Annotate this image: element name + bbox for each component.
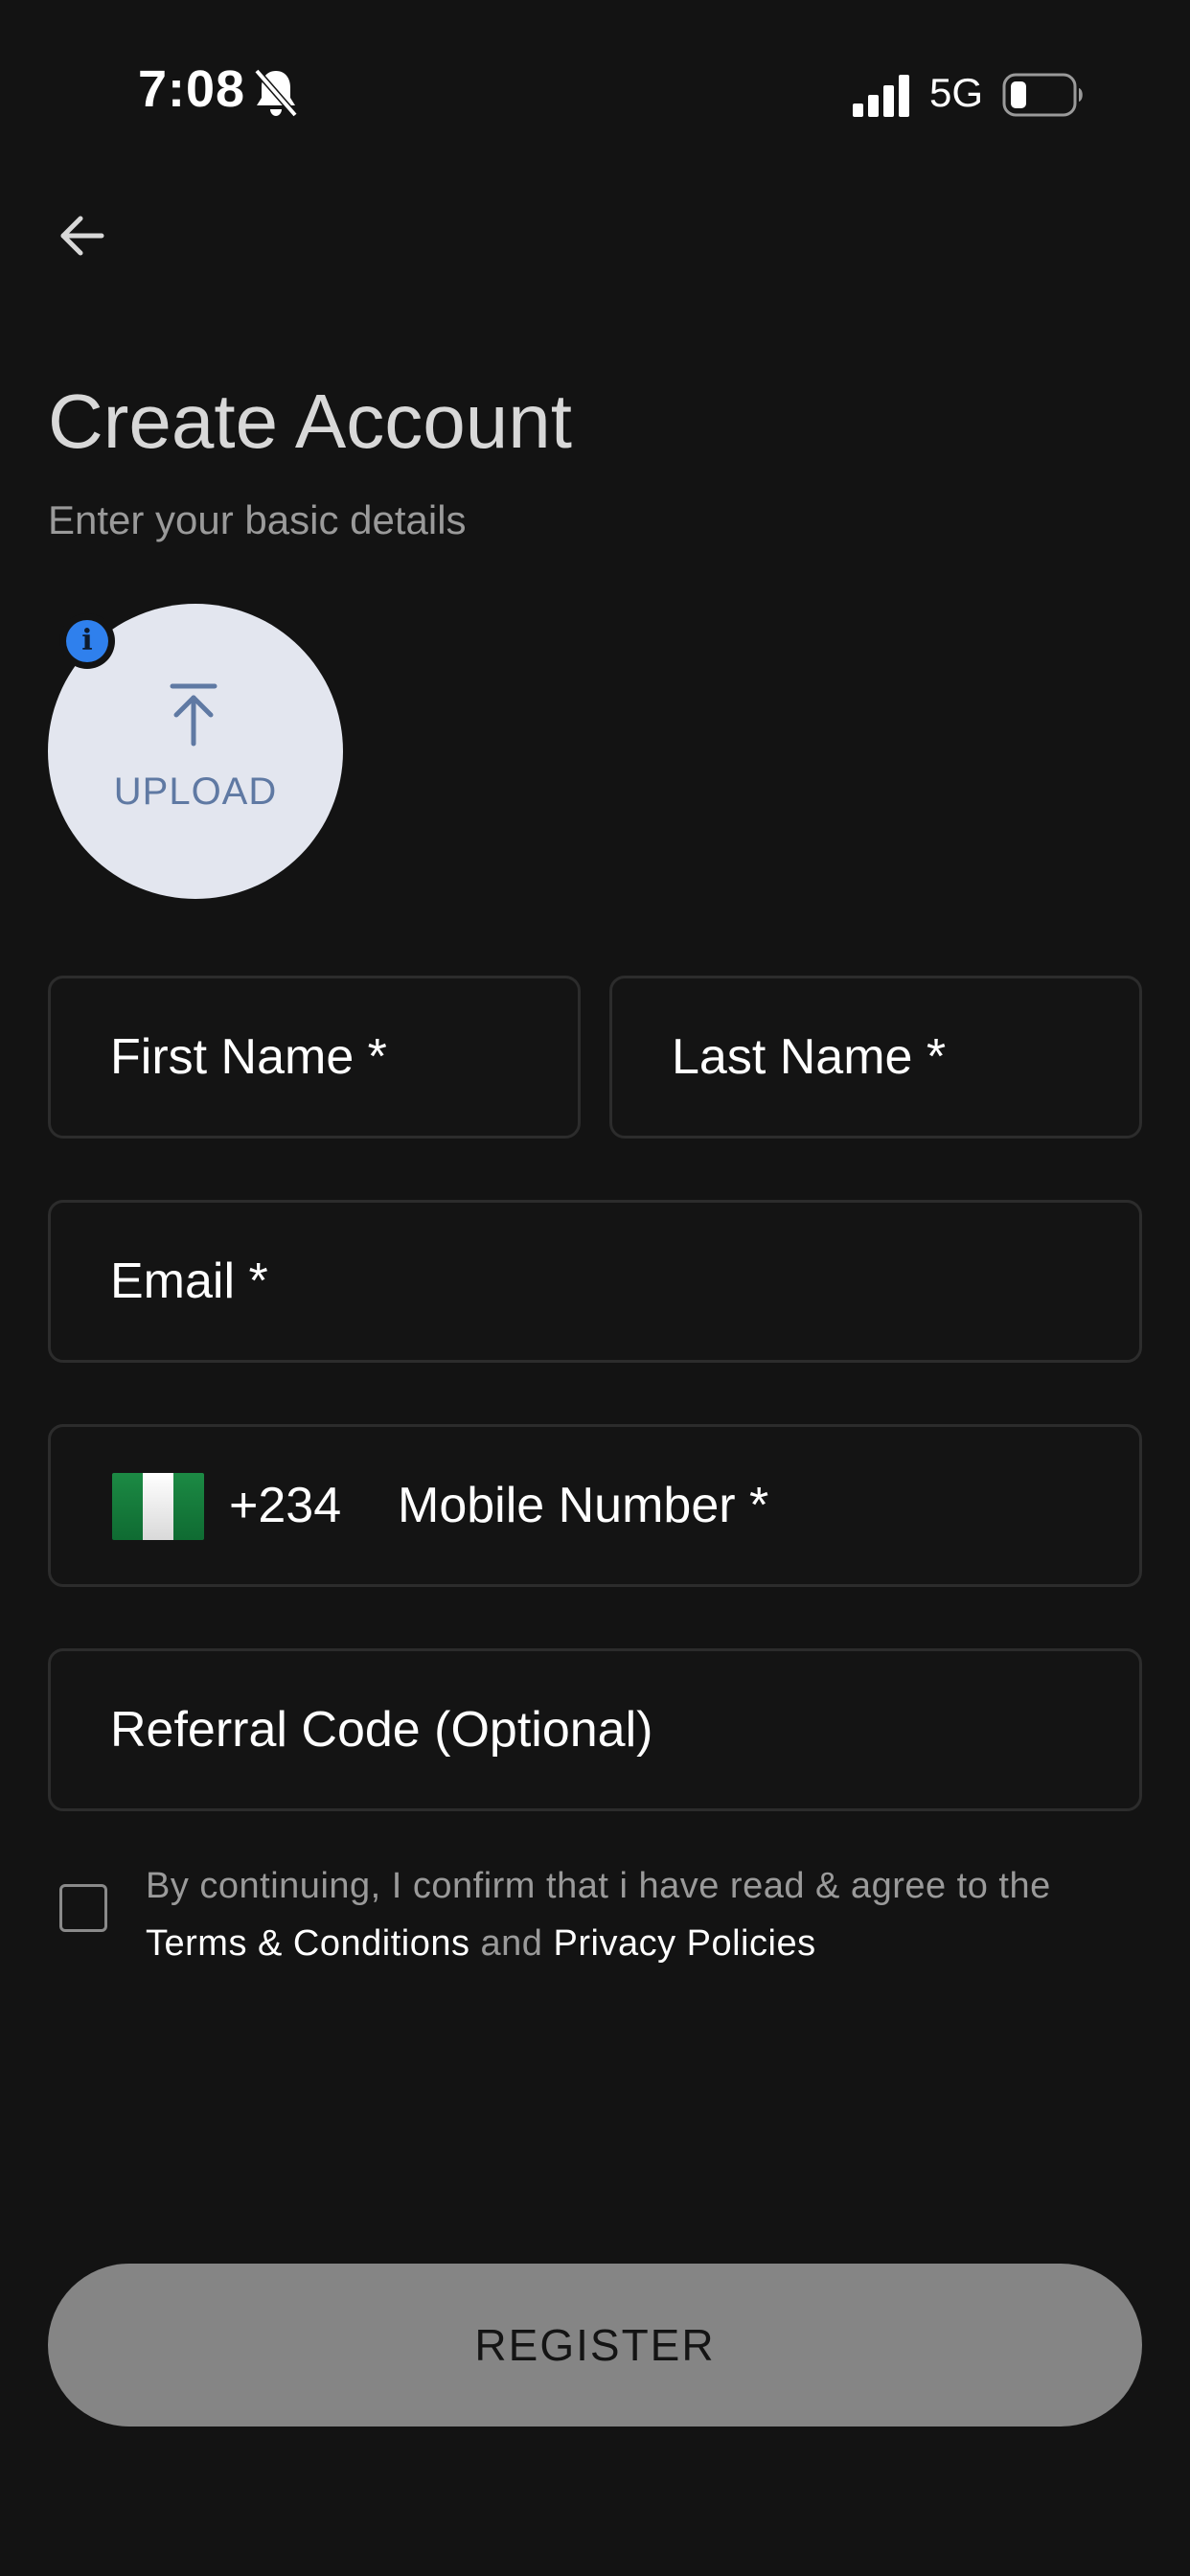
privacy-policies-link[interactable]: Privacy Policies [554, 1923, 816, 1964]
status-bar: 7:08 5G [0, 0, 1190, 192]
terms-text: By continuing, I confirm that i have rea… [146, 1857, 1104, 1972]
email-field[interactable] [48, 1200, 1142, 1363]
register-button[interactable]: REGISTER [48, 2264, 1142, 2426]
back-button[interactable] [54, 207, 111, 264]
first-name-input[interactable] [51, 1028, 578, 1086]
signal-icon [853, 75, 909, 117]
email-input[interactable] [51, 1253, 1139, 1310]
upload-arrow-icon [170, 683, 217, 747]
terms-conditions-link[interactable]: Terms & Conditions [146, 1923, 469, 1964]
terms-checkbox[interactable] [59, 1884, 107, 1932]
page-title: Create Account [48, 379, 572, 464]
upload-label: UPLOAD [113, 770, 278, 813]
dial-code[interactable]: +234 [229, 1481, 341, 1530]
network-label: 5G [929, 70, 984, 115]
bell-off-icon [254, 68, 298, 118]
mobile-number-input[interactable] [51, 1477, 1139, 1534]
info-icon: i [66, 620, 108, 662]
nigeria-flag-icon[interactable] [112, 1473, 204, 1540]
last-name-input[interactable] [612, 1028, 1139, 1086]
battery-icon [1002, 73, 1083, 117]
arrow-left-icon [60, 216, 104, 256]
referral-code-input[interactable] [51, 1701, 1139, 1759]
mobile-field[interactable]: +234 [48, 1424, 1142, 1587]
status-time: 7:08 [138, 60, 246, 118]
page-subtitle: Enter your basic details [48, 497, 467, 542]
terms-text-middle: and [469, 1923, 554, 1964]
first-name-field[interactable] [48, 976, 581, 1138]
info-badge[interactable]: i [59, 613, 115, 669]
referral-code-field[interactable] [48, 1648, 1142, 1811]
last-name-field[interactable] [609, 976, 1142, 1138]
terms-text-before: By continuing, I confirm that i have rea… [146, 1866, 1051, 1906]
